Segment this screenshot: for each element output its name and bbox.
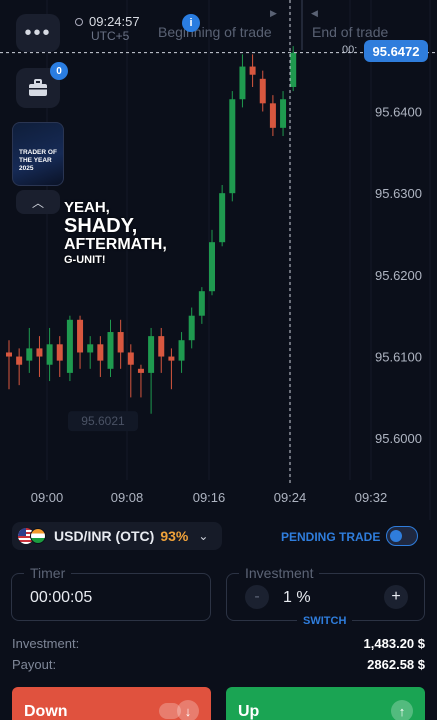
payout-label: Payout: bbox=[12, 657, 57, 672]
asset-payout-percent: 93% bbox=[160, 528, 189, 544]
up-button[interactable]: Up ↑ bbox=[226, 687, 425, 720]
currency-flags-icon bbox=[18, 527, 48, 545]
candle-body bbox=[87, 344, 94, 353]
candle-body bbox=[148, 336, 155, 373]
candle-body bbox=[56, 344, 63, 361]
caption-line-2: SHADY, bbox=[64, 215, 138, 237]
candle-body bbox=[209, 242, 215, 292]
end-of-trade-label: End of trade bbox=[312, 24, 389, 40]
y-axis-tick-label: 95.6000 bbox=[375, 431, 422, 446]
asset-name: USD/INR (OTC) bbox=[54, 528, 155, 544]
candle-body bbox=[36, 348, 43, 357]
candle-body bbox=[198, 291, 205, 316]
current-price-tag: 95.6472 bbox=[364, 40, 428, 62]
candle-body bbox=[239, 66, 246, 100]
x-axis-tick-label: 09:08 bbox=[111, 490, 144, 505]
candle-body bbox=[249, 66, 256, 75]
candle-body bbox=[158, 336, 165, 357]
y-axis-tick-label: 95.6400 bbox=[375, 104, 422, 119]
candle-body bbox=[290, 52, 297, 87]
pending-trade-label[interactable]: PENDING TRADE bbox=[281, 530, 380, 544]
y-axis-tick-label: 95.6200 bbox=[375, 268, 422, 283]
candle-body bbox=[280, 99, 287, 128]
caption-line-1: YEAH, bbox=[64, 199, 110, 216]
x-axis-tick-label: 09:16 bbox=[193, 490, 226, 505]
investment-summary-row: Investment: 1,483.20 $ bbox=[12, 636, 425, 651]
info-icon[interactable]: i bbox=[182, 14, 200, 32]
payout-summary-row: Payout: 2862.58 $ bbox=[12, 657, 425, 672]
video-caption-overlay: YEAH, SHADY, AFTERMATH, G-UNIT! bbox=[64, 200, 167, 266]
candle-body bbox=[97, 344, 104, 361]
arrow-down-icon: ↓ bbox=[177, 700, 199, 720]
down-button[interactable]: Down ↓ bbox=[12, 687, 211, 720]
x-axis-tick-label: 09:32 bbox=[355, 490, 388, 505]
down-button-label: Down bbox=[24, 703, 68, 720]
increase-investment-button[interactable]: + bbox=[384, 585, 408, 609]
india-flag-icon bbox=[30, 528, 46, 544]
price-timer-prefix: 00: bbox=[342, 44, 358, 56]
candle-body bbox=[178, 340, 185, 361]
begin-flag-icon: ▶ bbox=[270, 8, 277, 18]
candle-body bbox=[168, 356, 175, 361]
clock-timezone: UTC+5 bbox=[91, 29, 130, 43]
candle-body bbox=[269, 103, 276, 128]
y-axis-tick-label: 95.6100 bbox=[375, 350, 422, 365]
chevron-up-icon: ︿ bbox=[31, 195, 44, 210]
portfolio-badge: 0 bbox=[50, 62, 68, 80]
server-clock: 09:24:57 UTC+5 bbox=[75, 14, 140, 44]
clock-icon bbox=[75, 17, 83, 26]
caption-line-3: AFTERMATH, bbox=[64, 236, 167, 253]
y-axis-tick-label: 95.6300 bbox=[375, 186, 422, 201]
collapse-button[interactable]: ︿ bbox=[16, 190, 60, 214]
candle-body bbox=[16, 356, 23, 365]
investment-summary-value: 1,483.20 $ bbox=[363, 636, 425, 651]
x-axis-tick-label: 09:24 bbox=[274, 490, 307, 505]
switch-button[interactable]: SWITCH bbox=[297, 615, 353, 627]
candle-body bbox=[6, 352, 12, 357]
end-flag-icon: ◀ bbox=[311, 8, 318, 18]
candle-body bbox=[26, 348, 33, 361]
more-icon: ••• bbox=[24, 21, 52, 44]
beginning-of-trade-label: Beginning of trade bbox=[158, 24, 272, 40]
investment-summary-label: Investment: bbox=[12, 636, 80, 651]
candle-body bbox=[77, 319, 84, 353]
clock-time: 09:24:57 bbox=[89, 14, 140, 29]
investment-value[interactable]: 1 % bbox=[283, 589, 311, 607]
candle-body bbox=[259, 78, 266, 104]
x-axis-tick-label: 09:00 bbox=[31, 490, 64, 505]
candle-body bbox=[229, 99, 236, 194]
candle-body bbox=[46, 344, 53, 365]
promo-banner[interactable]: TRADER OF THE YEAR 2025 bbox=[12, 122, 64, 186]
low-price-marker: 95.6021 bbox=[81, 414, 125, 428]
candle-body bbox=[188, 315, 195, 341]
candle-body bbox=[107, 332, 114, 369]
chevron-down-icon: ⌄ bbox=[198, 529, 209, 543]
promo-text: TRADER OF THE YEAR 2025 bbox=[19, 149, 57, 172]
menu-button[interactable]: ••• bbox=[16, 14, 60, 52]
pending-trade-toggle[interactable] bbox=[386, 526, 418, 546]
candle-body bbox=[219, 193, 226, 243]
portfolio-button[interactable]: 0 bbox=[16, 62, 68, 108]
timer-value[interactable]: 00:00:05 bbox=[30, 589, 92, 607]
investment-legend: Investment bbox=[239, 565, 320, 581]
timer-field[interactable]: Timer 00:00:05 bbox=[11, 565, 211, 621]
candle-body bbox=[127, 352, 134, 365]
briefcase-icon bbox=[29, 79, 47, 96]
candle-body bbox=[137, 368, 144, 373]
arrow-up-icon: ↑ bbox=[391, 700, 413, 720]
asset-selector[interactable]: USD/INR (OTC) 93% ⌄ bbox=[12, 522, 222, 550]
up-button-label: Up bbox=[238, 703, 260, 720]
candle-body bbox=[66, 319, 73, 373]
investment-field[interactable]: Investment - 1 % + SWITCH bbox=[226, 565, 425, 627]
caption-line-4: G-UNIT! bbox=[64, 254, 106, 266]
candle-body bbox=[117, 332, 124, 353]
decrease-investment-button[interactable]: - bbox=[245, 585, 269, 609]
payout-value: 2862.58 $ bbox=[367, 657, 425, 672]
timer-legend: Timer bbox=[24, 565, 72, 581]
toggle-knob bbox=[390, 530, 402, 542]
